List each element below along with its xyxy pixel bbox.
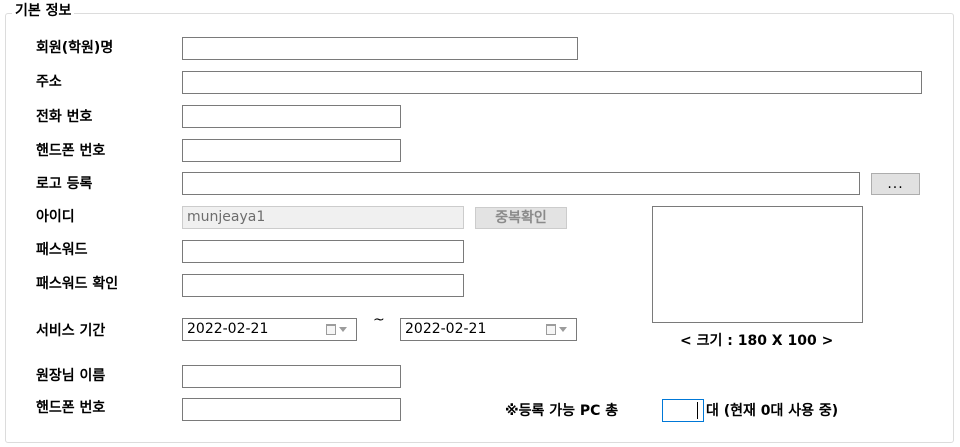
phone-input[interactable] (182, 105, 401, 128)
service-end-date[interactable]: 2022-02-21 (400, 318, 577, 341)
logo-path-input[interactable] (182, 172, 860, 195)
calendar-dropdown-icon[interactable] (546, 323, 570, 336)
calendar-dropdown-icon[interactable] (326, 323, 350, 336)
period-separator: ~ (373, 312, 385, 328)
pc-count-label: ※등록 가능 PC 총 (505, 403, 619, 419)
mobile-input[interactable] (182, 139, 401, 162)
director-name-input[interactable] (182, 365, 401, 388)
logo-label: 로고 등록 (36, 176, 93, 192)
password-confirm-input[interactable] (182, 274, 464, 297)
member-name-input[interactable] (182, 37, 578, 60)
password-input[interactable] (182, 240, 464, 263)
address-label: 주소 (36, 74, 62, 90)
service-end-date-value: 2022-02-21 (405, 321, 487, 337)
director-mobile-input[interactable] (182, 398, 401, 421)
mobile-label: 핸드폰 번호 (36, 143, 106, 159)
service-start-date[interactable]: 2022-02-21 (182, 318, 357, 341)
pc-count-suffix: 대 (현재 0대 사용 중) (706, 403, 839, 419)
user-id-input: munjeaya1 (182, 206, 464, 229)
logo-size-note: < 크기 : 180 X 100 > (680, 333, 834, 349)
director-mobile-label: 핸드폰 번호 (36, 400, 106, 416)
address-input[interactable] (182, 71, 922, 94)
phone-label: 전화 번호 (36, 109, 93, 125)
service-period-label: 서비스 기간 (36, 323, 106, 339)
service-start-date-value: 2022-02-21 (187, 321, 269, 337)
password-confirm-label: 패스워드 확인 (36, 276, 119, 292)
director-name-label: 원장님 이름 (36, 368, 106, 384)
member-name-label: 회원(학원)명 (36, 40, 114, 56)
browse-button[interactable]: ... (871, 173, 920, 195)
group-title: 기본 정보 (12, 1, 75, 21)
password-label: 패스워드 (36, 242, 88, 258)
text-caret (697, 402, 698, 419)
duplicate-check-button[interactable]: 중복확인 (475, 207, 567, 229)
logo-preview (652, 206, 863, 323)
user-id-label: 아이디 (36, 209, 75, 225)
